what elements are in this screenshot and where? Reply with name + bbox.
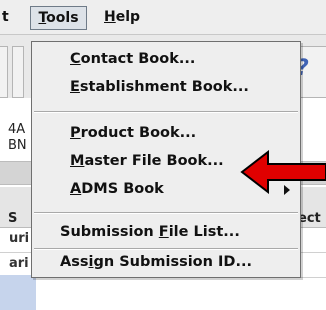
selected-cell[interactable] [0, 275, 36, 310]
menu-tools-label: ools [46, 10, 79, 26]
red-arrow-shape [240, 150, 326, 194]
item-mnemonic: P [70, 125, 81, 141]
item-mnemonic: C [70, 51, 81, 67]
item-post: gn Submission ID... [93, 254, 252, 270]
menu-item-product-book[interactable]: Product Book... [32, 120, 300, 146]
menu-separator [34, 212, 298, 214]
item-mnemonic: A [70, 181, 82, 197]
item-mnemonic: F [158, 224, 169, 240]
red-arrow-icon [240, 150, 326, 194]
toolbar-button[interactable] [12, 46, 24, 98]
table-cell: uri [9, 231, 30, 246]
item-post: aster File Book... [84, 153, 224, 169]
item-pre: Submission [60, 224, 159, 240]
menu-help-mnemonic: H [104, 9, 116, 25]
menu-bar: t Tools Help [0, 0, 326, 35]
menu-help-label: elp [115, 9, 141, 25]
item-post: ontact Book... [80, 51, 196, 67]
item-mnemonic: E [70, 79, 80, 95]
item-post: ile List... [168, 224, 240, 240]
item-pre: Ass [60, 254, 89, 270]
menu-separator [34, 111, 298, 113]
menu-help[interactable]: Help [100, 6, 144, 30]
toolbar-button[interactable] [0, 46, 8, 98]
item-post: stablishment Book... [79, 79, 249, 95]
table-cell: ari [9, 256, 29, 271]
item-post: roduct Book... [80, 125, 197, 141]
screenshot-stage: ? 4A BN S ect uri ari t Tools Help Conta… [0, 0, 326, 310]
cell-text: BN [8, 138, 27, 153]
menu-item-establishment-book[interactable]: Establishment Book... [32, 74, 300, 100]
item-mnemonic: M [70, 153, 85, 169]
menu-tools[interactable]: Tools [30, 6, 87, 30]
cell-text: 4A [8, 122, 26, 137]
menu-tools-mnemonic: T [38, 10, 47, 26]
table-header-cell[interactable]: S [8, 211, 17, 226]
menu-item-submission-file-list[interactable]: Submission File List... [32, 219, 300, 245]
table-header-cell[interactable]: ect [298, 211, 321, 226]
menu-partial[interactable]: t [0, 6, 26, 30]
menu-item-assign-submission-id[interactable]: Assign Submission ID... [32, 249, 300, 275]
item-post: DMS Book [81, 181, 164, 197]
menu-item-contact-book[interactable]: Contact Book... [32, 46, 300, 72]
